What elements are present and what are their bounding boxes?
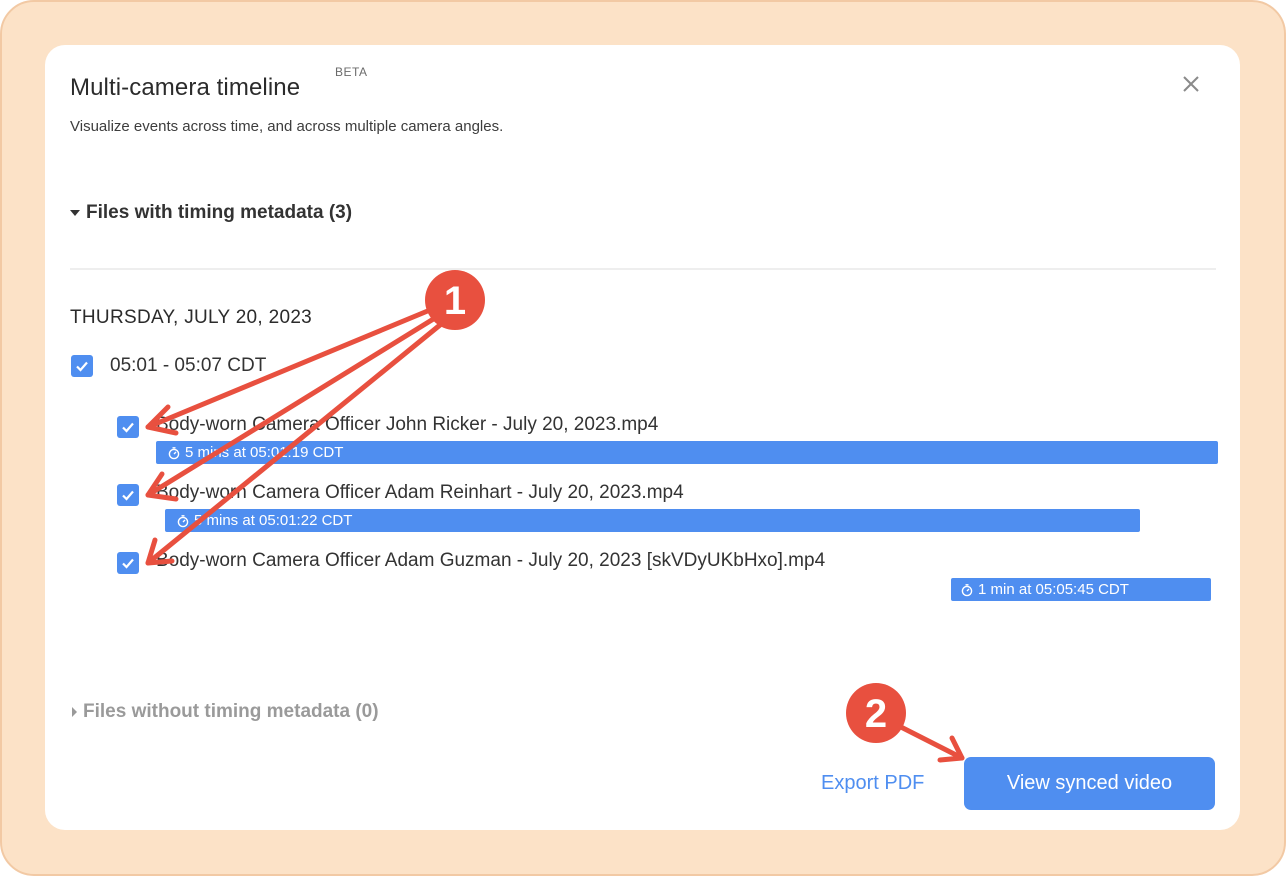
duration-label: 5 mins at 05:01:19 CDT [185,444,344,461]
file-checkbox[interactable] [117,552,139,574]
file-checkbox[interactable] [117,484,139,506]
multi-camera-timeline-dialog: Multi-camera timeline BETA Visualize eve… [45,45,1240,830]
checkmark-icon [122,558,134,569]
close-icon[interactable] [1176,69,1206,99]
dialog-subtitle: Visualize events across time, and across… [70,118,504,135]
files-without-metadata-label: Files without timing metadata (0) [83,701,379,722]
timeline-bar[interactable]: 1 min at 05:05:45 CDT [951,578,1211,601]
timeline-bar[interactable]: 5 mins at 05:01:22 CDT [165,509,1140,532]
duration-label: 1 min at 05:05:45 CDT [978,581,1129,598]
file-checkbox[interactable] [117,416,139,438]
view-synced-video-button[interactable]: View synced video [964,757,1215,810]
dialog-title: Multi-camera timeline [70,74,301,101]
time-range-label: 05:01 - 05:07 CDT [110,355,267,376]
file-name: Body-worn Camera Officer Adam Reinhart -… [156,482,684,503]
files-with-metadata-toggle[interactable]: Files with timing metadata (3) [70,202,352,224]
stopwatch-icon [168,446,180,459]
checkmark-icon [122,490,134,501]
date-heading: THURSDAY, JULY 20, 2023 [70,307,313,328]
export-pdf-link[interactable]: Export PDF [821,772,924,795]
files-without-metadata-toggle[interactable]: Files without timing metadata (0) [72,701,379,723]
timeline-bar[interactable]: 5 mins at 05:01:19 CDT [156,441,1218,464]
caret-right-icon [72,707,77,717]
files-with-metadata-label: Files with timing metadata (3) [86,202,353,223]
file-name: Body-worn Camera Officer Adam Guzman - J… [156,550,826,571]
stopwatch-icon [961,583,973,596]
beta-badge: BETA [335,65,368,79]
checkmark-icon [76,361,88,372]
group-checkbox[interactable] [71,355,93,377]
section-divider [70,268,1216,270]
caret-down-icon [70,210,80,216]
stopwatch-icon [177,514,189,527]
checkmark-icon [122,422,134,433]
file-name: Body-worn Camera Officer John Ricker - J… [156,414,659,435]
duration-label: 5 mins at 05:01:22 CDT [194,512,353,529]
